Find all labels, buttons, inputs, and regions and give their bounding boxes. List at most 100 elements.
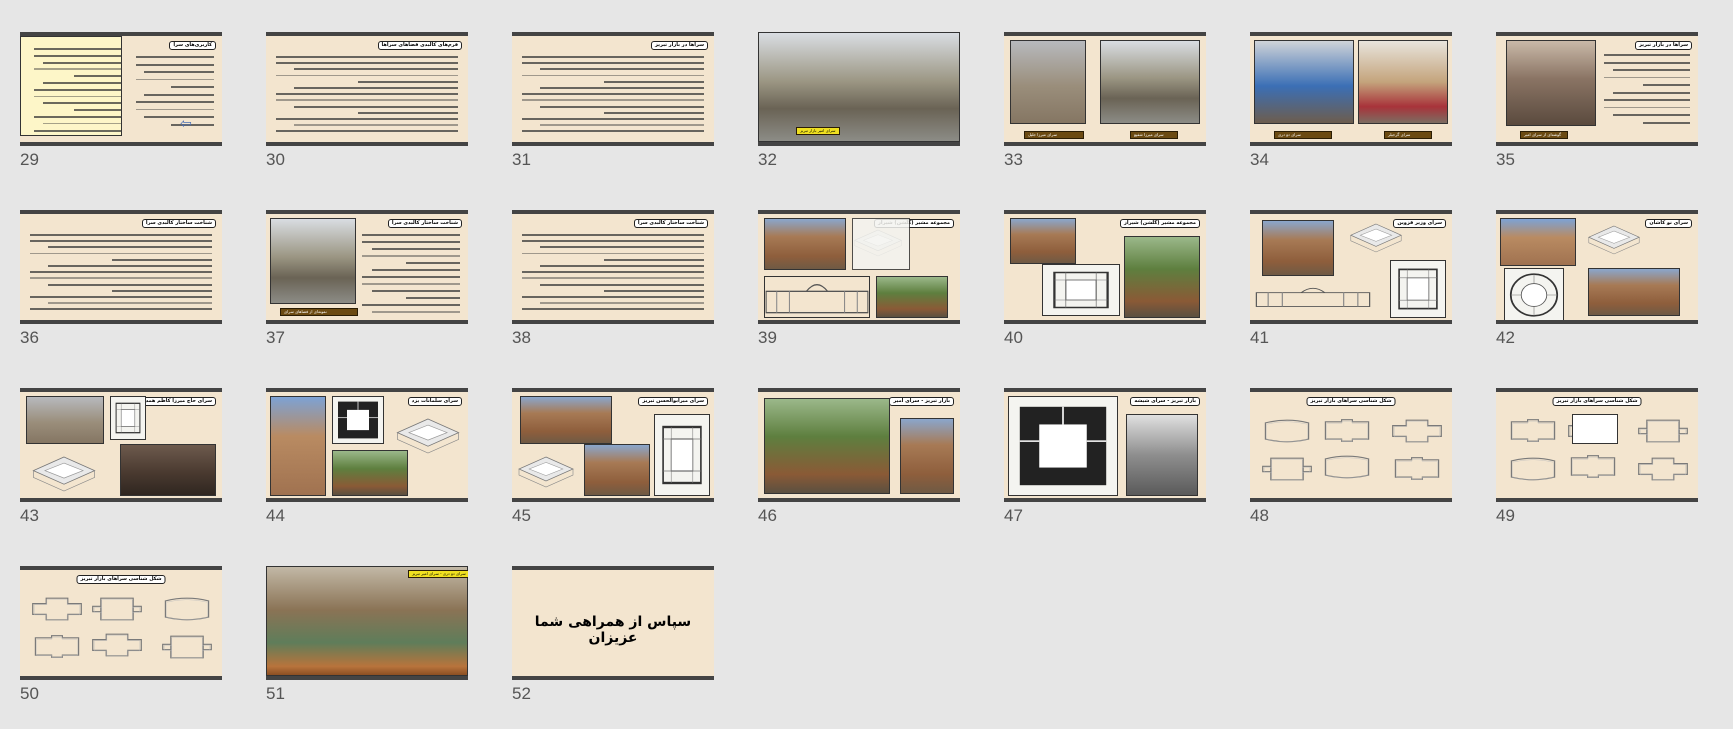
slide-number: 38 bbox=[512, 328, 531, 347]
slide-thumbnail[interactable]: سپاس از همراهی شما عزیزان 52 bbox=[512, 566, 714, 706]
plan-outline bbox=[160, 632, 214, 662]
slide-preview[interactable]: سرای نو کاشان bbox=[1496, 210, 1698, 324]
slide-thumbnail[interactable]: سرای میرزا جلیل سرای میرزا شفیع 33 bbox=[1004, 32, 1206, 172]
slide-thumbnail[interactable]: سرای دو دری سرای گرجیلر 34 bbox=[1250, 32, 1452, 172]
text-line bbox=[522, 118, 704, 120]
text-line bbox=[1604, 99, 1690, 101]
slide-title: شناخت ساختار کالبدی سرا bbox=[141, 219, 216, 228]
text-line bbox=[1643, 84, 1690, 86]
slide-thumbnail[interactable]: فرم‌های کالبدی فضاهای سراها 30 bbox=[266, 32, 468, 172]
slide-title: کاربری‌های سرا bbox=[169, 41, 216, 50]
slide-thumbnail[interactable]: سرای وزیر قزوین 41 bbox=[1250, 210, 1452, 350]
slide-thumbnail[interactable]: کاربری‌های سرا ⇦ 29 bbox=[20, 32, 222, 172]
text-line bbox=[1613, 69, 1690, 71]
text-line bbox=[522, 277, 704, 279]
slide-preview[interactable]: مجموعه مشیر (گلشن) شیراز bbox=[1004, 210, 1206, 324]
slide-photo bbox=[266, 566, 468, 676]
slide-preview[interactable]: سپاس از همراهی شما عزیزان bbox=[512, 566, 714, 680]
text-line bbox=[372, 269, 460, 271]
slide-preview[interactable]: بازار تبریز - سرای امیر bbox=[758, 388, 960, 502]
slide-thumbnail[interactable]: سرای نو کاشان 42 bbox=[1496, 210, 1698, 350]
text-line bbox=[540, 87, 704, 89]
slide-thumbnail[interactable]: بازار تبریز - سرای امیر 46 bbox=[758, 388, 960, 528]
plan-outline bbox=[160, 594, 214, 624]
floor-plan bbox=[1572, 414, 1618, 444]
text-line bbox=[276, 99, 458, 101]
slide-thumbnail[interactable]: سراها در بازار تبریز گوشه‌ای از سرای امیر… bbox=[1496, 32, 1698, 172]
slide-preview[interactable]: سراها در بازار تبریز bbox=[512, 32, 714, 146]
slide-preview[interactable]: بازار تبریز - سرای شیشه bbox=[1004, 388, 1206, 502]
text-line bbox=[43, 61, 122, 64]
slide-photo bbox=[764, 218, 846, 270]
text-line bbox=[136, 101, 214, 103]
plan-outline bbox=[30, 594, 84, 624]
slide-preview[interactable]: شناخت ساختار کالبدی سرا bbox=[20, 210, 222, 324]
slide-thumbnail[interactable]: سرای میرابوالحسن تبریز 45 bbox=[512, 388, 714, 528]
text-line bbox=[136, 56, 214, 58]
slide-thumbnail[interactable]: مجموعه مشیر (گلشن) شیراز 40 bbox=[1004, 210, 1206, 350]
slide-preview[interactable]: شکل شناسی سراهای بازار تبریز bbox=[1250, 388, 1452, 502]
text-line bbox=[34, 48, 122, 50]
slide-preview[interactable]: شکل شناسی سراهای بازار تبریز bbox=[1496, 388, 1698, 502]
slide-thumbnail[interactable]: سراها در بازار تبریز 31 bbox=[512, 32, 714, 172]
slide-thumbnail[interactable]: شکل شناسی سراهای بازار تبریز 48 bbox=[1250, 388, 1452, 528]
slide-preview[interactable]: سرای حاج میرزا کاظم همدان bbox=[20, 388, 222, 502]
plan-outline bbox=[1636, 416, 1690, 446]
floor-plan bbox=[1042, 264, 1120, 316]
slide-photo bbox=[1254, 40, 1354, 124]
slide-thumbnail[interactable]: شناخت ساختار کالبدی سرا 36 bbox=[20, 210, 222, 350]
slide-preview[interactable]: سرای وزیر قزوین bbox=[1250, 210, 1452, 324]
slide-preview[interactable]: سراها در بازار تبریز گوشه‌ای از سرای امیر bbox=[1496, 32, 1698, 146]
slide-preview[interactable]: سرای میرابوالحسن تبریز bbox=[512, 388, 714, 502]
text-line bbox=[540, 68, 704, 71]
text-line bbox=[136, 63, 214, 66]
slide-preview[interactable]: فرم‌های کالبدی فضاهای سراها bbox=[266, 32, 468, 146]
slide-preview[interactable]: سرای امیر بازار تبریز bbox=[758, 32, 960, 146]
text-line bbox=[372, 311, 460, 313]
text-line bbox=[522, 271, 704, 274]
slide-number: 48 bbox=[1250, 506, 1269, 525]
text-line bbox=[372, 248, 460, 250]
slide-thumbnail[interactable]: شکل شناسی سراهای بازار تبریز 50 bbox=[20, 566, 222, 706]
slide-title: سرای سلمانات یزد bbox=[407, 397, 462, 406]
text-line bbox=[276, 130, 458, 133]
slide-photo bbox=[764, 398, 890, 494]
slide-thumbnail[interactable]: سرای حاج میرزا کاظم همدان 43 bbox=[20, 388, 222, 528]
slide-preview[interactable]: شناخت ساختار کالبدی سرا bbox=[512, 210, 714, 324]
slide-preview[interactable]: سرای دو دری سرای گرجیلر bbox=[1250, 32, 1452, 146]
slide-thumbnail[interactable]: سرای سلمانات یزد 44 bbox=[266, 388, 468, 528]
slide-preview[interactable]: کاربری‌های سرا ⇦ bbox=[20, 32, 222, 146]
slide-thumbnail[interactable]: سرای دو دری - سرای امیر تبریز 51 bbox=[266, 566, 468, 706]
slide-number: 49 bbox=[1496, 506, 1515, 525]
slide-thumbnail[interactable]: مجموعه مشیر (گلشن) شیراز 39 bbox=[758, 210, 960, 350]
slide-photo bbox=[1262, 220, 1334, 276]
slide-photo bbox=[1100, 40, 1200, 124]
photo-caption: گوشه‌ای از سرای امیر bbox=[1520, 131, 1568, 139]
slide-thumbnail[interactable]: شکل شناسی سراهای بازار تبریز 49 bbox=[1496, 388, 1698, 528]
text-line bbox=[362, 276, 460, 278]
slide-thumbnail[interactable]: سرای امیر بازار تبریز 32 bbox=[758, 32, 960, 172]
floor-plan bbox=[332, 396, 384, 444]
slide-preview[interactable]: مجموعه مشیر (گلشن) شیراز bbox=[758, 210, 960, 324]
text-line bbox=[144, 93, 214, 96]
slide-preview[interactable]: شکل شناسی سراهای بازار تبریز bbox=[20, 566, 222, 680]
plan-outline bbox=[1636, 454, 1690, 484]
text-line bbox=[34, 88, 122, 91]
slide-preview[interactable]: سرای دو دری - سرای امیر تبریز bbox=[266, 566, 468, 680]
slide-preview[interactable]: سرای سلمانات یزد bbox=[266, 388, 468, 502]
text-line bbox=[522, 240, 704, 243]
slide-title: سراها در بازار تبریز bbox=[651, 41, 708, 50]
slide-preview[interactable]: سرای میرزا جلیل سرای میرزا شفیع bbox=[1004, 32, 1206, 146]
text-line bbox=[276, 62, 458, 65]
slide-number: 33 bbox=[1004, 150, 1023, 169]
plan-outline bbox=[1260, 454, 1314, 484]
slide-number: 47 bbox=[1004, 506, 1023, 525]
closing-text: سپاس از همراهی شما عزیزان bbox=[534, 614, 692, 646]
slide-preview[interactable]: شناخت ساختار کالبدی سرا نمونه‌ای از فضاها… bbox=[266, 210, 468, 324]
text-line bbox=[276, 118, 458, 120]
slide-thumbnail[interactable]: شناخت ساختار کالبدی سرا نمونه‌ای از فضاها… bbox=[266, 210, 468, 350]
slide-photo bbox=[270, 218, 356, 304]
slide-thumbnail[interactable]: شناخت ساختار کالبدی سرا 38 bbox=[512, 210, 714, 350]
slide-photo bbox=[332, 450, 408, 496]
slide-thumbnail[interactable]: بازار تبریز - سرای شیشه 47 bbox=[1004, 388, 1206, 528]
